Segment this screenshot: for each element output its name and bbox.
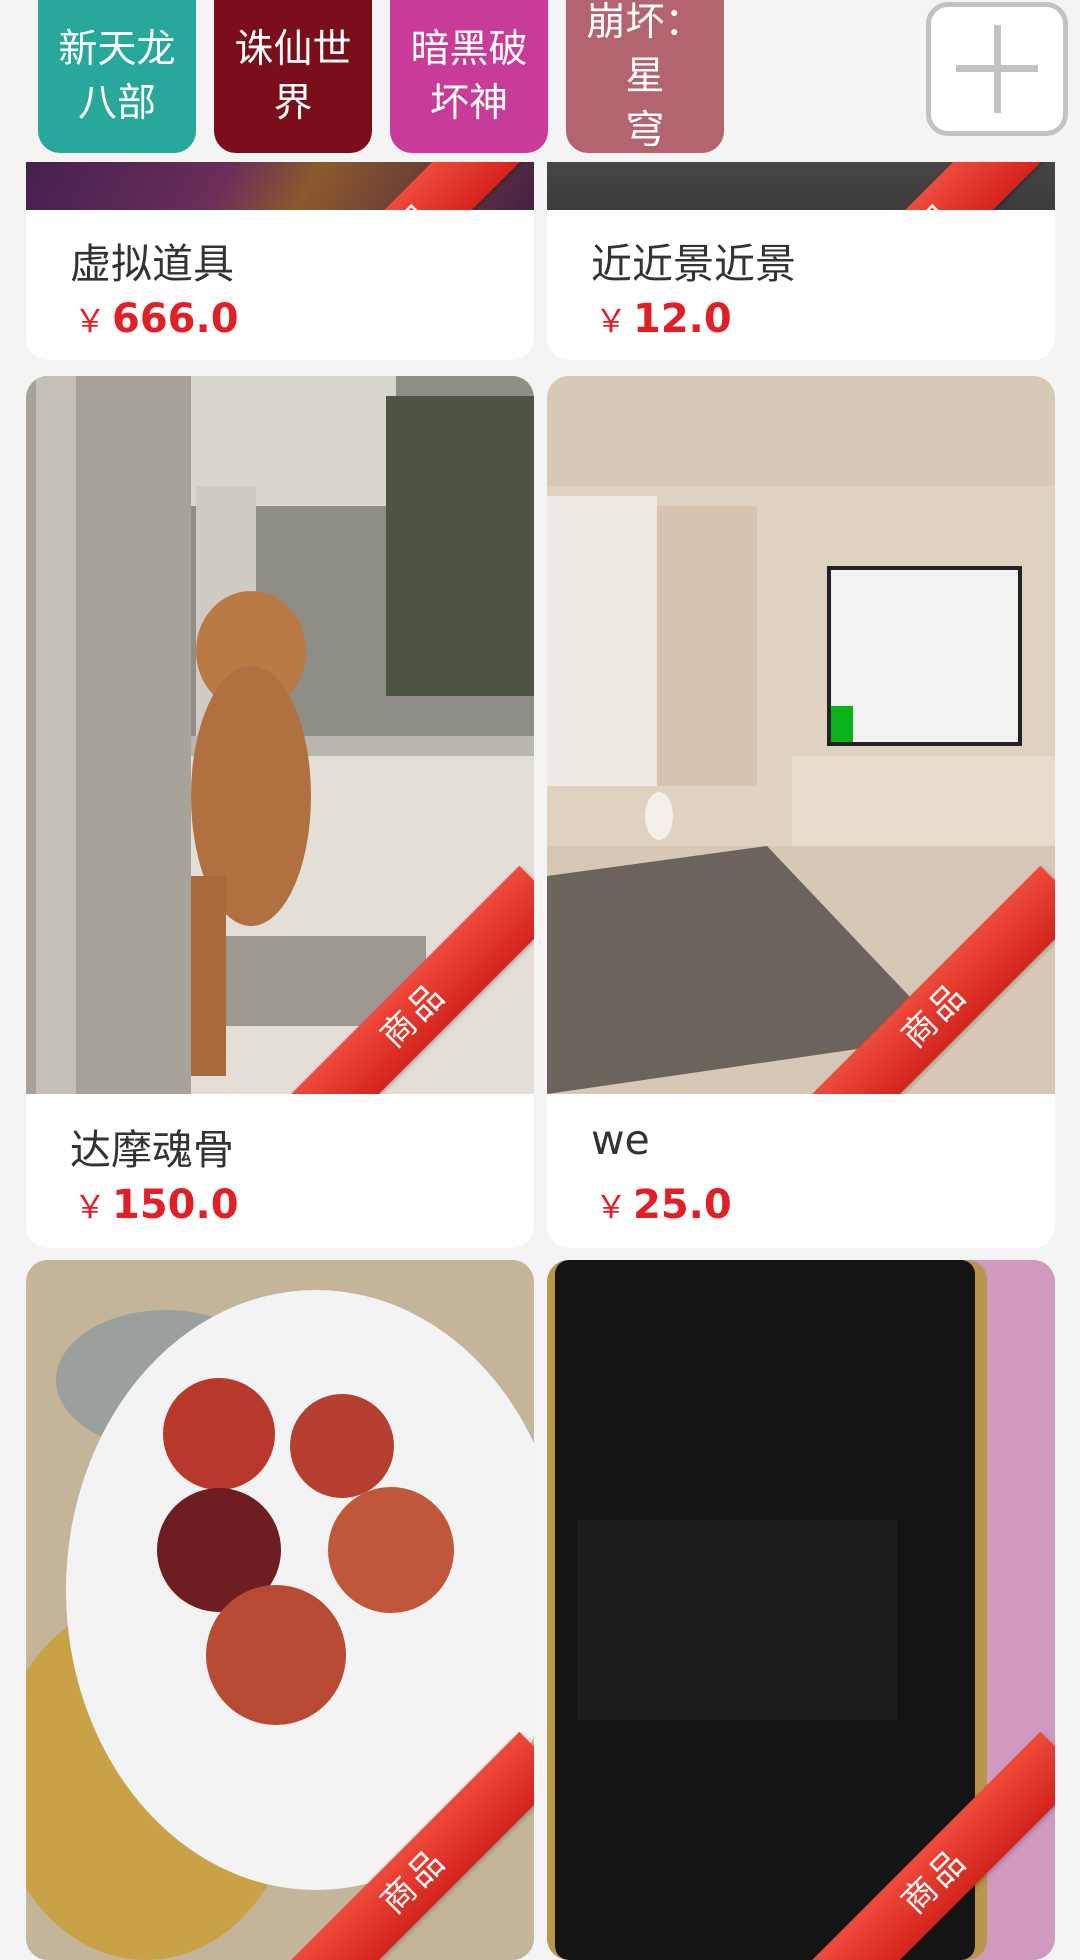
product-image: 商品 [547,376,1055,1094]
product-price: ￥ 150.0 [74,1182,239,1228]
product-price: ￥ 12.0 [595,296,732,342]
product-price: ￥ 666.0 [74,296,239,342]
product-title: we [591,1116,650,1164]
product-card-4[interactable]: 商品 we ￥ 25.0 [547,376,1055,1248]
product-image: 商品 [26,1260,534,1960]
product-title: 近近景近景 [591,240,796,288]
product-price: ￥ 25.0 [595,1182,732,1228]
product-card-6[interactable]: 商品 [547,1260,1055,1960]
product-image: 商品 [547,1260,1055,1960]
product-card-3[interactable]: 商品 达摩魂骨 ￥ 150.0 [26,376,534,1248]
tag-diablo[interactable]: 暗黑破 坏神 [390,0,548,153]
tag-xintianlong[interactable]: 新天龙 八部 [38,0,196,153]
product-card-5[interactable]: 商品 [26,1260,534,1960]
tag-zhuxian[interactable]: 诛仙世界 [214,0,372,153]
product-title: 达摩魂骨 [70,1126,234,1174]
game-tag-bar: 新天龙 八部 诛仙世界 暗黑破 坏神 崩坏：星穹 [0,0,1080,162]
product-image: 商品 [26,376,534,1094]
tag-honkai-star-rail[interactable]: 崩坏：星穹 [566,0,724,153]
product-title: 虚拟道具 [70,240,234,288]
add-tag-button[interactable] [926,2,1068,136]
